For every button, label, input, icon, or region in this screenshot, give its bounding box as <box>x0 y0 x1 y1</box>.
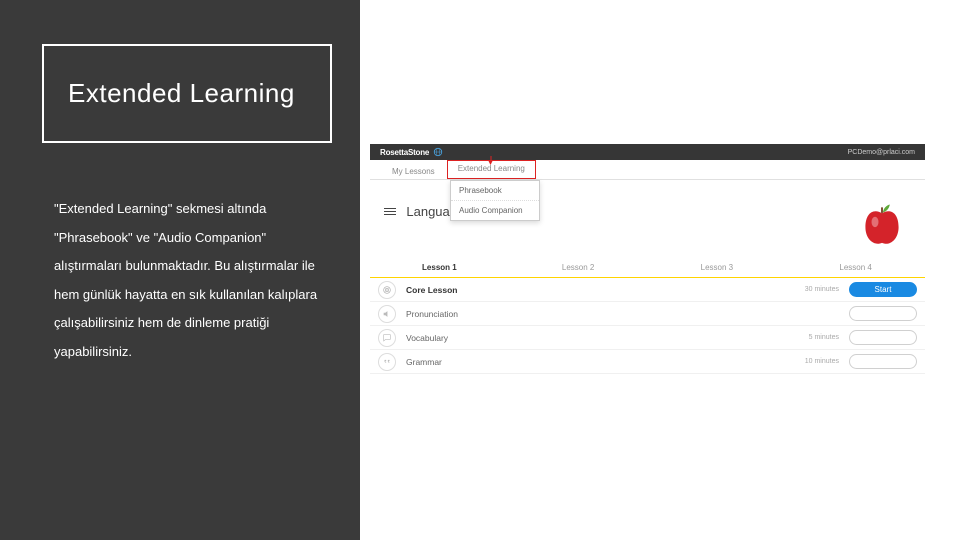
slide-sidebar: Extended Learning "Extended Learning" se… <box>0 0 360 540</box>
title-box: Extended Learning <box>42 44 332 143</box>
row-core-lesson: Core Lesson 30 minutes Start <box>370 278 925 302</box>
extended-learning-dropdown: Phrasebook Audio Companion <box>450 180 540 221</box>
row-name: Core Lesson <box>406 285 805 295</box>
row-button[interactable] <box>849 354 917 369</box>
app-screenshot: RosettaStone PCDemo@prlaci.com My Lesson… <box>370 144 925 374</box>
app-tabs: My Lessons Extended Learning <box>370 160 925 180</box>
row-time: 5 minutes <box>809 334 839 341</box>
slide-description: "Extended Learning" sekmesi altında "Phr… <box>30 195 330 367</box>
speaker-icon <box>378 305 396 323</box>
row-button[interactable] <box>849 330 917 345</box>
lesson-tab-3[interactable]: Lesson 3 <box>648 258 787 277</box>
chat-icon <box>378 329 396 347</box>
lesson-image <box>849 194 915 256</box>
main-left: Language Basics <box>370 180 849 227</box>
slide-content: RosettaStone PCDemo@prlaci.com My Lesson… <box>360 0 960 540</box>
row-time: 10 minutes <box>805 358 839 365</box>
tab-extended-learning[interactable]: Extended Learning <box>447 160 536 179</box>
row-name: Grammar <box>406 357 805 367</box>
row-time: 30 minutes <box>805 286 839 293</box>
globe-icon <box>433 147 443 157</box>
lesson-tab-4[interactable]: Lesson 4 <box>786 258 925 277</box>
lesson-tab-1[interactable]: Lesson 1 <box>370 258 509 277</box>
start-button[interactable]: Start <box>849 282 917 297</box>
row-name: Vocabulary <box>406 333 809 343</box>
app-header: RosettaStone PCDemo@prlaci.com <box>370 144 925 160</box>
tab-my-lessons[interactable]: My Lessons <box>380 160 447 179</box>
tab-label: Extended Learning <box>458 164 525 173</box>
target-icon <box>378 281 396 299</box>
brand: RosettaStone <box>380 147 443 157</box>
row-name: Pronunciation <box>406 309 839 319</box>
row-vocabulary: Vocabulary 5 minutes <box>370 326 925 350</box>
dropdown-item-phrasebook[interactable]: Phrasebook <box>451 181 539 201</box>
row-grammar: Grammar 10 minutes <box>370 350 925 374</box>
row-pronunciation: Pronunciation <box>370 302 925 326</box>
apple-icon <box>860 201 904 249</box>
menu-icon[interactable] <box>384 206 396 218</box>
lesson-tabs: Lesson 1 Lesson 2 Lesson 3 Lesson 4 <box>370 258 925 278</box>
activity-rows: Core Lesson 30 minutes Start Pronunciati… <box>370 278 925 374</box>
user-label: PCDemo@prlaci.com <box>848 149 915 156</box>
quote-icon <box>378 353 396 371</box>
lesson-tab-2[interactable]: Lesson 2 <box>509 258 648 277</box>
callout-arrow-icon <box>491 156 492 162</box>
dropdown-item-audio-companion[interactable]: Audio Companion <box>451 201 539 220</box>
row-button[interactable] <box>849 306 917 321</box>
brand-name: RosettaStone <box>380 148 429 157</box>
slide-title: Extended Learning <box>68 78 306 109</box>
